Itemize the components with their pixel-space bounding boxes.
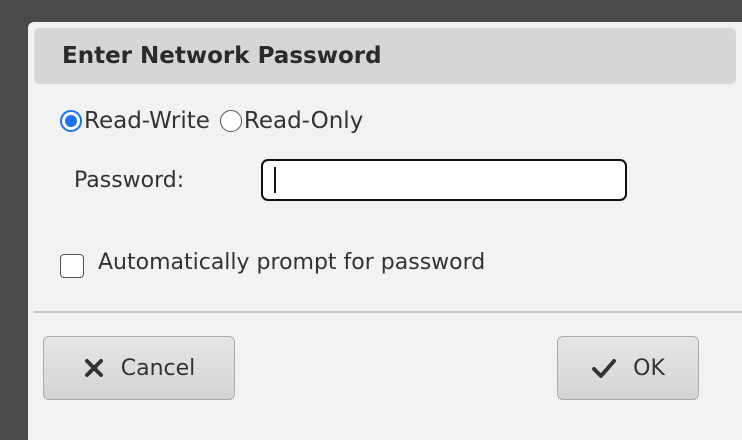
footer-divider [34,311,742,313]
ok-button[interactable]: OK [557,336,699,400]
checkmark-icon [591,357,617,379]
read-only-label[interactable]: Read-Only [244,108,363,134]
password-input[interactable] [261,159,627,201]
cancel-button[interactable]: Cancel [43,336,235,400]
read-write-label[interactable]: Read-Write [84,108,210,134]
network-password-dialog: Enter Network Password Read-Write Read-O… [28,22,742,440]
auto-prompt-row: Automatically prompt for password [60,246,485,278]
access-mode-group: Read-Write Read-Only [60,108,373,134]
ok-button-label: OK [633,355,665,381]
password-label: Password: [74,168,185,193]
dialog-titlebar: Enter Network Password [34,28,736,84]
cancel-button-label: Cancel [120,355,196,381]
text-caret [274,167,276,193]
auto-prompt-label[interactable]: Automatically prompt for password [98,250,485,275]
dialog-title: Enter Network Password [62,43,382,69]
read-only-radio[interactable] [219,110,242,132]
close-icon [83,357,105,379]
read-write-radio[interactable] [60,110,82,132]
auto-prompt-checkbox[interactable] [60,254,84,278]
